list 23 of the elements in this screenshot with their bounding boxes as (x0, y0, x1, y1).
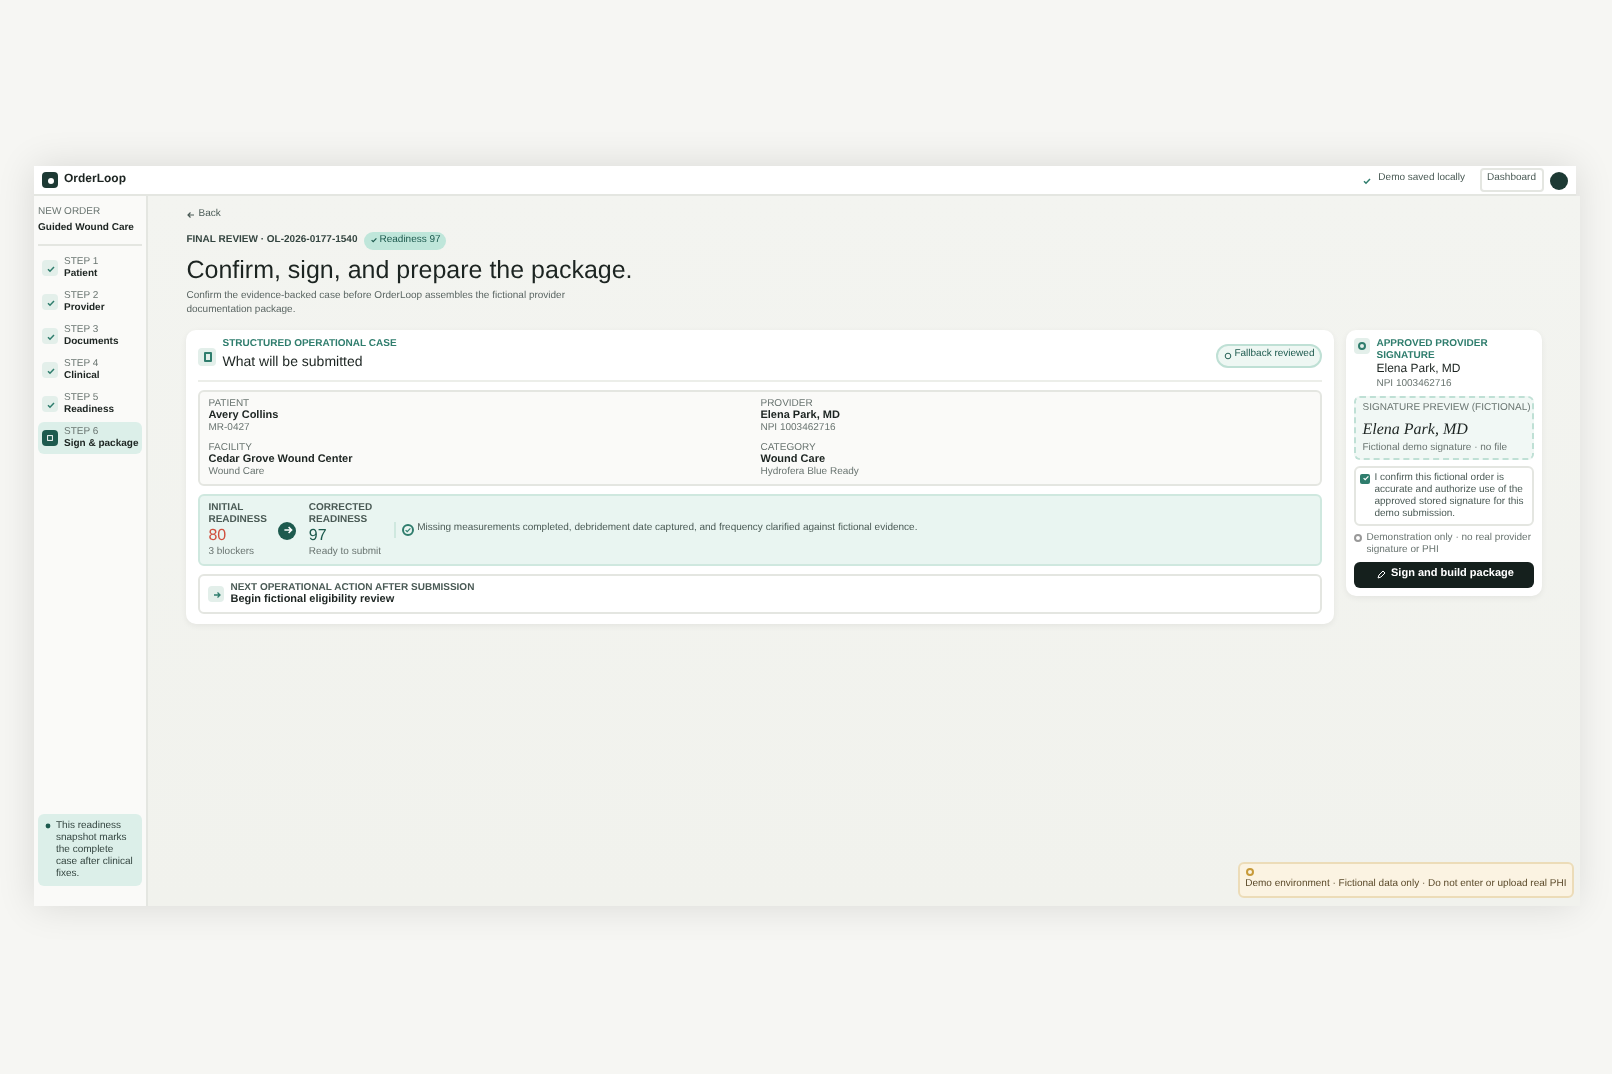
check-icon (42, 362, 58, 378)
warning-icon (1245, 867, 1254, 875)
check-icon (42, 396, 58, 412)
back-arrow-icon (186, 210, 197, 221)
badge-icon (1354, 338, 1371, 354)
check-icon (42, 294, 58, 310)
signature-text: Elena Park, MD (1362, 417, 1470, 441)
initial-score: 80 (208, 526, 229, 546)
corrected-score: 97 (308, 526, 329, 546)
page-title: Confirm, sign, and prepare the package. (186, 254, 635, 286)
check-icon (1362, 175, 1373, 185)
arrow-icon (208, 586, 225, 602)
info-icon (1354, 533, 1363, 541)
pen-icon (1375, 569, 1386, 579)
check-icon (42, 260, 58, 276)
check-circle-icon (401, 524, 414, 536)
confirm-checkbox[interactable] (1360, 473, 1371, 483)
pin-icon (44, 822, 52, 830)
check-icon (42, 328, 58, 344)
square-icon (42, 430, 58, 446)
clipboard-icon (198, 347, 217, 365)
arrow-icon (278, 521, 297, 539)
logo-icon (42, 172, 58, 188)
